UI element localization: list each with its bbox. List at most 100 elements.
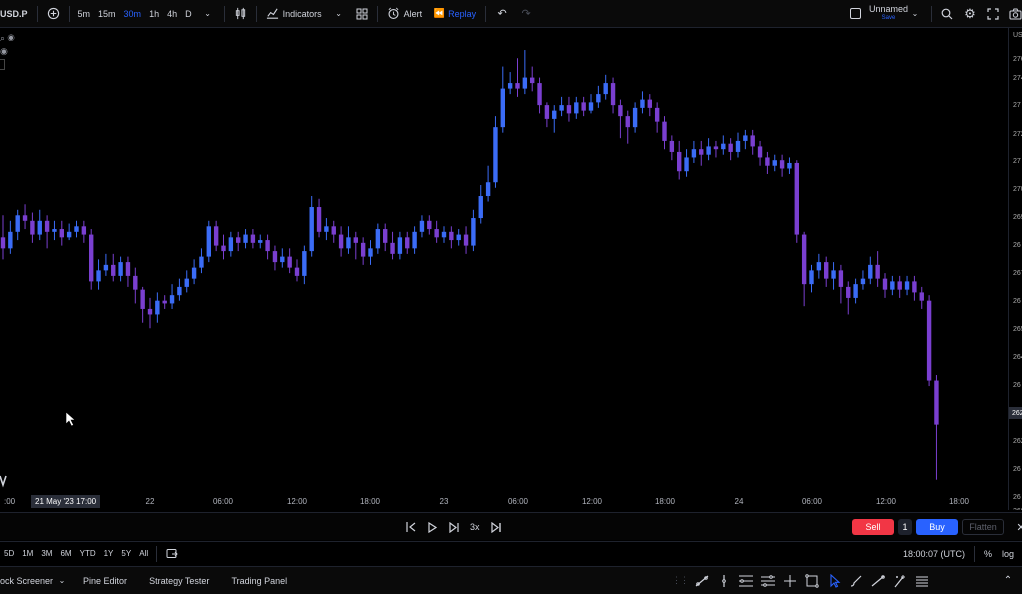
candle bbox=[140, 286, 145, 323]
fib-channel-icon[interactable] bbox=[760, 574, 776, 588]
tab-pine-editor[interactable]: Pine Editor bbox=[78, 567, 132, 594]
candle-body bbox=[610, 83, 616, 106]
candle-body bbox=[706, 146, 711, 155]
timezone-button[interactable]: 18:00:07 (UTC) bbox=[898, 542, 970, 565]
tab-stock-screener[interactable]: ock Screener ⌄ bbox=[0, 567, 74, 594]
range-1y[interactable]: 1Y bbox=[100, 542, 118, 565]
legend-row[interactable]: ⌕ ◉ bbox=[0, 32, 15, 45]
time-axis[interactable]: :00 22 06:00 12:00 18:00 23 06:00 12:00 18:00 24 0… bbox=[0, 494, 1010, 510]
range-ytd[interactable]: YTD bbox=[76, 542, 100, 565]
layout-templates-button[interactable] bbox=[351, 0, 373, 27]
candle-body bbox=[228, 237, 234, 252]
close-replay-button[interactable]: ✕ bbox=[1014, 513, 1022, 541]
legend-collapse-box[interactable] bbox=[0, 59, 5, 70]
chart-type-button[interactable] bbox=[229, 0, 252, 27]
price-axis[interactable]: US 2762742727227270269262672626526426262… bbox=[1008, 28, 1022, 510]
magic-wand-icon[interactable] bbox=[892, 574, 908, 588]
play-icon bbox=[428, 521, 438, 533]
alert-button[interactable]: Alert bbox=[382, 0, 428, 27]
interval-5m[interactable]: 5m bbox=[74, 0, 95, 27]
legend-row[interactable]: ◉ bbox=[0, 45, 15, 58]
candle-body bbox=[338, 234, 344, 249]
time-axis-label: 18:00 bbox=[359, 497, 381, 506]
candle bbox=[787, 157, 792, 174]
interval-1h[interactable]: 1h bbox=[145, 0, 163, 27]
interval-dropdown[interactable]: ⌄ bbox=[196, 0, 220, 27]
jump-to-start-button[interactable] bbox=[400, 513, 422, 541]
collapse-panel-button[interactable]: ⌃ bbox=[996, 567, 1020, 594]
replay-button[interactable]: ⏪ Replay bbox=[427, 0, 481, 27]
price-chart[interactable] bbox=[0, 28, 1010, 510]
settings-button[interactable]: ⚙ bbox=[958, 0, 982, 27]
candle-body bbox=[559, 105, 564, 111]
crosshair-icon[interactable] bbox=[782, 574, 798, 588]
flatten-button[interactable]: Flatten bbox=[962, 519, 1004, 535]
compare-button[interactable] bbox=[42, 0, 65, 27]
range-all[interactable]: All bbox=[135, 542, 152, 565]
candle-body bbox=[603, 83, 608, 95]
snapshot-button[interactable] bbox=[1004, 0, 1022, 27]
current-price-badge: 262 bbox=[1009, 407, 1022, 419]
candle-body bbox=[618, 105, 623, 117]
range-3m[interactable]: 3M bbox=[37, 542, 56, 565]
buy-button[interactable]: Buy bbox=[916, 519, 958, 535]
play-button[interactable] bbox=[422, 513, 443, 541]
flatten-label: Flatten bbox=[969, 522, 997, 532]
interval-d[interactable]: D bbox=[181, 0, 196, 27]
candle-body bbox=[287, 256, 292, 268]
vertical-line-icon[interactable] bbox=[716, 574, 732, 588]
candle bbox=[904, 275, 910, 296]
rectangle-icon[interactable] bbox=[804, 573, 820, 588]
search-button[interactable] bbox=[936, 0, 958, 27]
fullscreen-button[interactable] bbox=[982, 0, 1004, 27]
trend-line-icon[interactable] bbox=[694, 574, 710, 588]
candle bbox=[713, 140, 719, 158]
candle bbox=[544, 102, 550, 128]
replay-speed-button[interactable]: 3x bbox=[465, 513, 485, 541]
quantity-input[interactable]: 1 bbox=[898, 519, 912, 535]
candle bbox=[302, 245, 307, 285]
time-axis-label: :00 bbox=[4, 497, 16, 506]
candle bbox=[353, 231, 358, 260]
interval-4h[interactable]: 4h bbox=[163, 0, 181, 27]
interval-15m[interactable]: 15m bbox=[94, 0, 120, 27]
tab-trading-panel[interactable]: Trading Panel bbox=[226, 567, 292, 594]
indicators-button[interactable]: Indicators bbox=[261, 0, 327, 27]
interval-30m[interactable]: 30m bbox=[120, 0, 146, 27]
fib-retracement-icon[interactable] bbox=[738, 574, 754, 588]
range-6m[interactable]: 6M bbox=[56, 542, 75, 565]
indicators-dropdown[interactable]: ⌄ bbox=[327, 0, 351, 27]
range-1m[interactable]: 1M bbox=[18, 542, 37, 565]
goto-date-button[interactable] bbox=[161, 542, 183, 565]
clock: 18:00:07 (UTC) bbox=[902, 548, 965, 559]
hamburger-menu-icon[interactable] bbox=[914, 574, 930, 588]
drag-handle-icon[interactable]: ⋮⋮ bbox=[672, 575, 689, 586]
candle-body bbox=[331, 226, 336, 235]
candle bbox=[52, 220, 57, 241]
undo-button[interactable]: ↶ bbox=[490, 0, 514, 27]
sell-button[interactable]: Sell bbox=[852, 519, 894, 535]
ruler-line-icon[interactable] bbox=[870, 574, 886, 588]
candle-body bbox=[912, 281, 917, 293]
range-5d[interactable]: 5D bbox=[0, 542, 18, 565]
brush-icon[interactable] bbox=[848, 574, 864, 588]
log-scale-toggle[interactable]: log bbox=[997, 542, 1022, 565]
percent-scale-toggle[interactable]: % bbox=[979, 542, 997, 565]
candle-body bbox=[265, 240, 270, 252]
candle-body bbox=[684, 157, 689, 172]
cursor-arrow-icon[interactable] bbox=[826, 573, 842, 588]
candle-body bbox=[324, 226, 329, 232]
candle-body bbox=[184, 278, 189, 287]
layout-menu[interactable]: Unnamed Save ⌄ bbox=[845, 0, 927, 27]
jump-to-realtime-button[interactable] bbox=[485, 513, 507, 541]
redo-button[interactable]: ↷ bbox=[514, 0, 538, 27]
candle-body bbox=[405, 237, 410, 249]
tab-strategy-tester[interactable]: Strategy Tester bbox=[144, 567, 214, 594]
candle-body bbox=[515, 83, 520, 89]
range-buttons: 5D 1M 3M 6M YTD 1Y 5Y All bbox=[0, 542, 152, 565]
symbol-search[interactable]: USD.P bbox=[0, 0, 33, 27]
range-5y[interactable]: 5Y bbox=[117, 542, 135, 565]
candle-body bbox=[794, 162, 799, 235]
candle bbox=[111, 253, 116, 282]
step-forward-button[interactable] bbox=[443, 513, 465, 541]
